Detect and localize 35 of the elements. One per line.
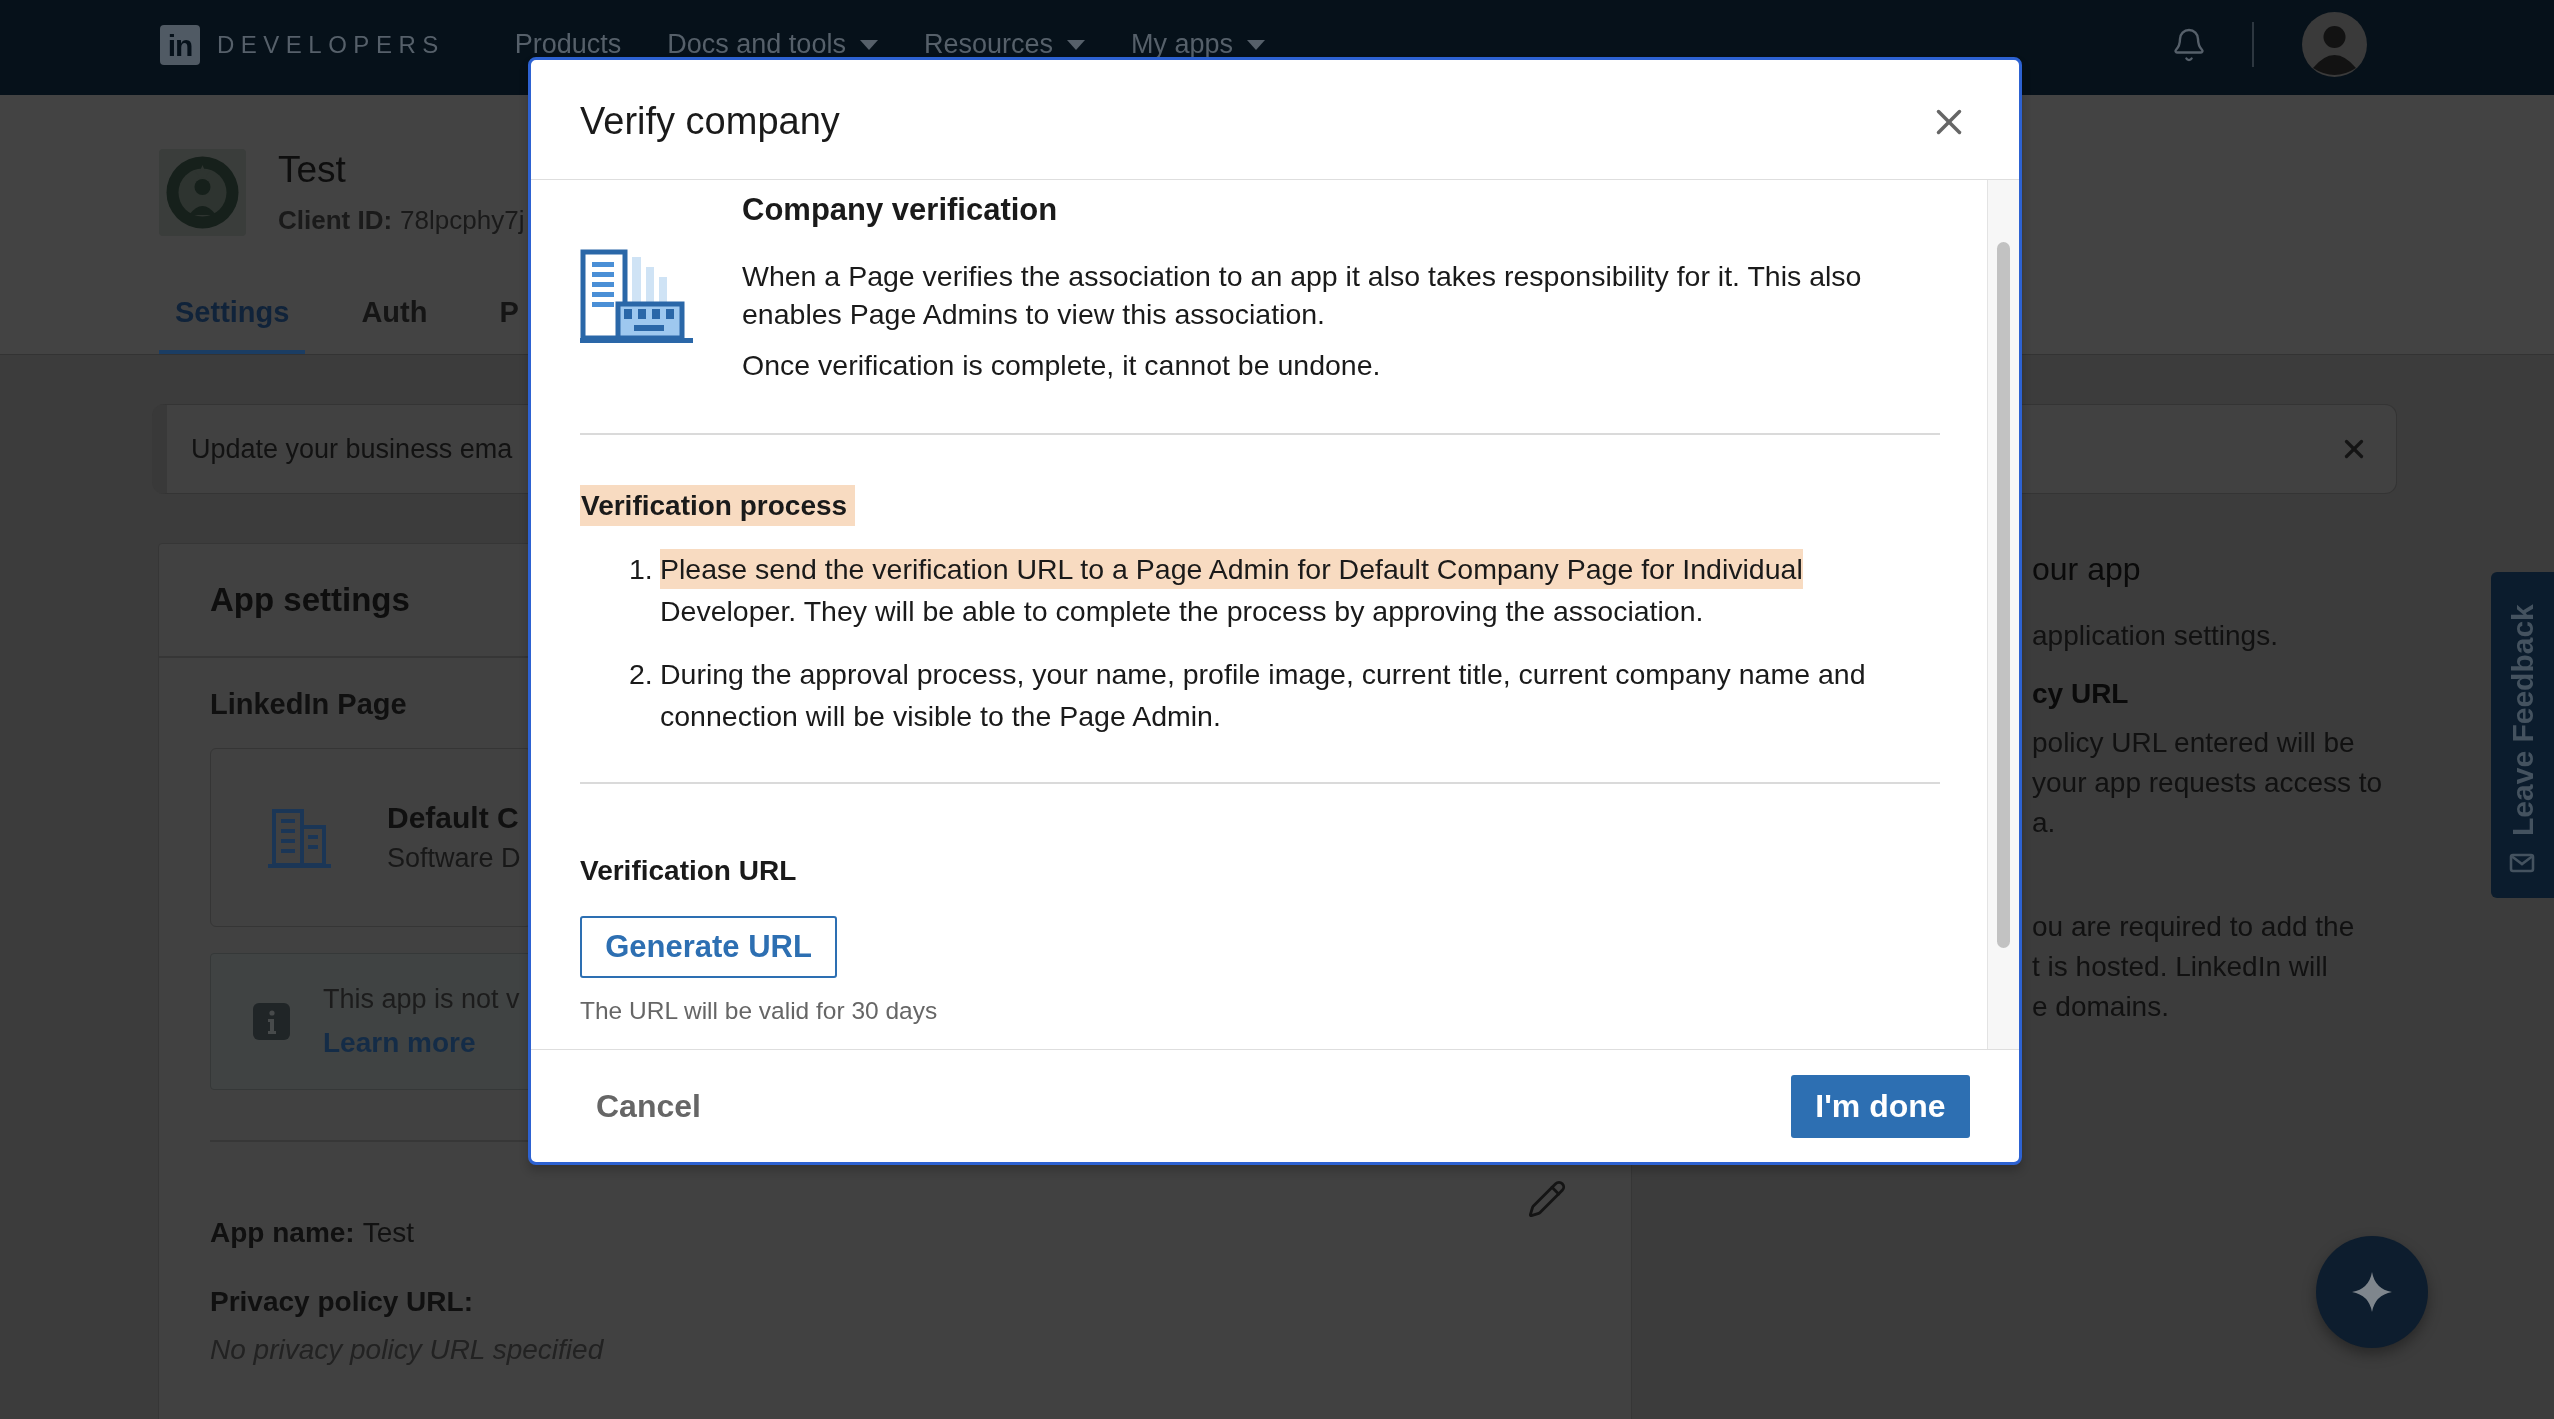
pencil-icon: [1527, 1179, 1567, 1219]
nav-link[interactable]: Products: [514, 29, 622, 60]
helper-text: The URL will be valid for 30 days: [580, 996, 938, 1026]
bell-icon: [2171, 26, 2207, 63]
step-text: During the approval process, your name, profile image, current title, current company name and connection will be visible to the Page Admin.: [660, 657, 1867, 734]
section-heading: Verification process: [580, 485, 856, 526]
logo[interactable]: in: [160, 24, 200, 65]
done-button[interactable]: I'm done: [1791, 1074, 1970, 1138]
edit-button[interactable]: [1527, 1179, 1567, 1219]
section-heading: Company verification: [742, 192, 1058, 228]
section-heading: Verification URL: [580, 854, 797, 888]
caret-icon: [1066, 39, 1085, 50]
caret-icon: [859, 39, 878, 50]
brand-name: DEVELOPERS: [217, 30, 445, 59]
building-icon: [268, 806, 331, 869]
cancel-button[interactable]: Cancel: [581, 1079, 716, 1133]
step-text: Please send the verification URL to a Page Admin for Default Company Page for Individual Developer. They will be able to complete the process by approving the association.: [660, 548, 1940, 632]
scrollbar-thumb[interactable]: [1997, 242, 2010, 948]
nav-link[interactable]: My apps: [1130, 29, 1265, 60]
notifications-button[interactable]: [2171, 26, 2207, 63]
dialog-title: Verify company: [580, 100, 840, 143]
app-logo-icon: [159, 149, 246, 236]
info-icon: [253, 1003, 290, 1040]
feedback-tab[interactable]: Leave Feedback: [2491, 572, 2554, 898]
nav-link[interactable]: Resources: [923, 29, 1085, 60]
paragraph: Once verification is complete, it cannot be undone.: [742, 348, 1381, 383]
building-icon: [580, 249, 693, 344]
avatar-icon[interactable]: [2302, 12, 2367, 77]
nav-link[interactable]: Docs and tools: [667, 29, 878, 60]
sparkle-icon: [2352, 1272, 2392, 1312]
caret-icon: [1247, 39, 1265, 50]
generate-url-button[interactable]: Generate URL: [580, 916, 837, 978]
step-number: 1.: [629, 552, 654, 587]
paragraph: When a Page verifies the association to an app it also takes responsibility for it. This also enables Page Admins to view this association.: [742, 259, 1863, 332]
step-number: 2.: [629, 657, 654, 692]
